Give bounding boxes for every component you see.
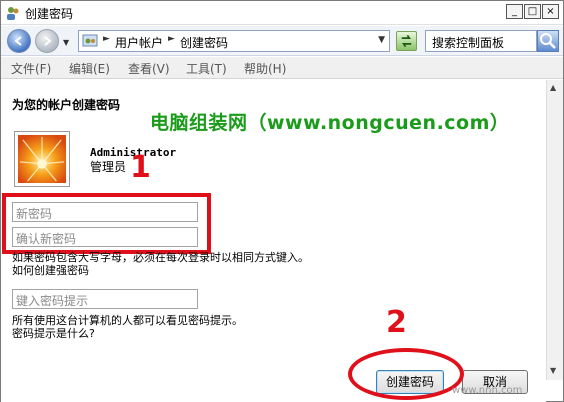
address-dropdown-icon[interactable]: ▼ <box>378 35 385 45</box>
maximize-button[interactable]: □ <box>524 4 541 19</box>
site-watermark: 电脑组装网（www.nongcuen.com） <box>150 112 510 134</box>
search-icon <box>540 33 556 49</box>
annotation-step-1: 1 <box>130 150 151 185</box>
forward-button[interactable] <box>35 29 59 53</box>
annotation-highlight-box <box>2 193 211 254</box>
refresh-button[interactable] <box>396 31 417 51</box>
search-button[interactable] <box>537 30 559 52</box>
address-field[interactable]: ► 用户帐户 ► 创建密码 ▼ <box>78 30 390 52</box>
minimize-button[interactable]: _ <box>506 4 523 19</box>
scroll-up-icon[interactable]: ▲ <box>550 83 556 92</box>
user-role: 管理员 <box>90 160 127 174</box>
breadcrumb-create-password[interactable]: 创建密码 <box>180 34 228 51</box>
forward-arrow-icon <box>44 36 52 46</box>
history-dropdown-icon[interactable]: ▼ <box>63 38 69 47</box>
control-panel-icon <box>82 34 98 47</box>
flower-avatar-icon <box>18 135 66 183</box>
corner-watermark: www.nnn.com <box>452 385 523 396</box>
password-hint-field[interactable]: 键入密码提示 <box>12 289 198 309</box>
page-heading: 为您的帐户创建密码 <box>12 98 121 112</box>
search-placeholder: 搜索控制面板 <box>432 36 505 50</box>
menu-file[interactable]: 文件(F) <box>11 60 51 77</box>
menu-view[interactable]: 查看(V) <box>128 60 170 77</box>
annotation-step-2: 2 <box>386 305 407 340</box>
breadcrumb-separator-icon[interactable]: ► <box>103 34 110 44</box>
password-hint-help-link[interactable]: 密码提示是什么? <box>12 325 95 341</box>
password-hint-placeholder: 键入密码提示 <box>16 294 89 308</box>
breadcrumb-user-accounts[interactable]: 用户帐户 <box>115 34 163 51</box>
address-toolbar: ▼ ► 用户帐户 ► 创建密码 ▼ 搜索控制面板 <box>1 26 563 56</box>
menu-help[interactable]: 帮助(H) <box>244 60 286 77</box>
refresh-icon <box>401 34 412 48</box>
search-input[interactable]: 搜索控制面板 <box>425 30 537 52</box>
vertical-scrollbar[interactable]: ▲ ▼ <box>546 80 563 380</box>
strong-password-link[interactable]: 如何创建强密码 <box>12 262 89 278</box>
menu-edit[interactable]: 编辑(E) <box>69 60 110 77</box>
title-bar: 创建密码 _ □ × <box>1 1 563 25</box>
window-title: 创建密码 <box>25 7 74 21</box>
menu-bar: 文件(F) 编辑(E) 查看(V) 工具(T) 帮助(H) <box>1 57 563 79</box>
menu-tools[interactable]: 工具(T) <box>186 60 227 77</box>
user-accounts-icon <box>7 7 19 20</box>
scroll-down-icon[interactable]: ▼ <box>550 366 556 375</box>
annotation-highlight-ellipse <box>348 348 464 400</box>
close-button[interactable]: × <box>542 4 559 19</box>
back-arrow-icon <box>14 36 22 46</box>
back-button[interactable] <box>7 29 31 53</box>
user-avatar <box>14 131 70 187</box>
breadcrumb-separator-icon[interactable]: ► <box>168 34 175 44</box>
